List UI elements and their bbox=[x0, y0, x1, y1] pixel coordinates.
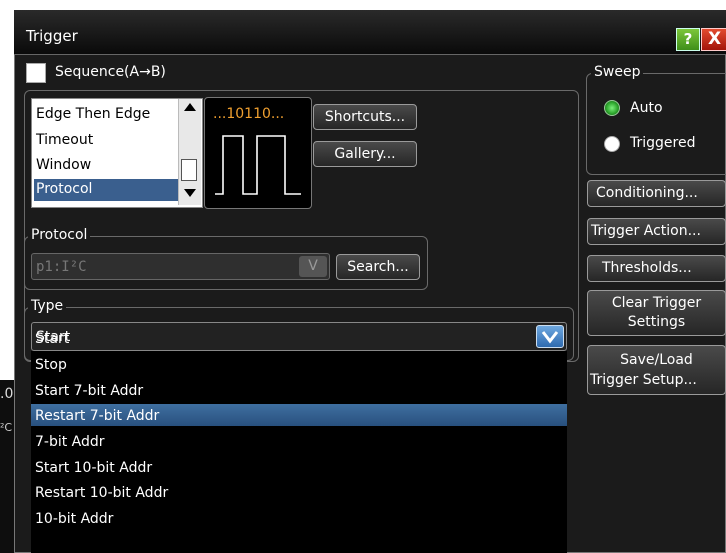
pulse-waveform-icon bbox=[215, 135, 301, 195]
thresholds-button[interactable]: Thresholds... bbox=[587, 255, 726, 282]
trigger-type-list[interactable]: Edge Then Edge Timeout Window Protocol bbox=[31, 98, 203, 208]
dropdown-option[interactable]: 10-bit Addr bbox=[35, 511, 113, 527]
scroll-down-arrow-icon[interactable] bbox=[184, 189, 196, 197]
dropdown-option[interactable]: 7-bit Addr bbox=[35, 434, 105, 450]
dropdown-option[interactable]: Start bbox=[35, 331, 69, 347]
type-select[interactable]: Start bbox=[31, 322, 567, 351]
save-load-trigger-setup-button[interactable]: Save/Load Trigger Setup... bbox=[587, 345, 726, 395]
sequence-checkbox[interactable] bbox=[26, 63, 46, 83]
dropdown-option[interactable]: Stop bbox=[35, 357, 67, 373]
save-load-label-line2: Trigger Setup... bbox=[590, 372, 697, 388]
background-fragment: .0 bbox=[0, 386, 14, 402]
preview-bits-text: ...10110... bbox=[213, 106, 285, 122]
dropdown-option[interactable]: Start 7-bit Addr bbox=[35, 383, 143, 399]
gallery-button[interactable]: Gallery... bbox=[313, 141, 417, 167]
list-item-selected[interactable]: Protocol bbox=[36, 181, 92, 197]
sequence-label: Sequence(A→B) bbox=[55, 64, 166, 80]
type-dropdown-chevron-icon[interactable] bbox=[536, 325, 564, 348]
type-group-label: Type bbox=[28, 298, 67, 314]
title-bar bbox=[14, 10, 726, 55]
dialog-title: Trigger bbox=[26, 27, 78, 45]
sweep-group bbox=[586, 73, 726, 175]
clear-trigger-settings-button[interactable]: Clear Trigger Settings bbox=[587, 290, 726, 336]
sweep-auto-label: Auto bbox=[630, 100, 663, 116]
list-item[interactable]: Timeout bbox=[36, 132, 93, 148]
dropdown-option-highlighted[interactable]: Restart 7-bit Addr bbox=[35, 408, 159, 424]
sweep-group-label: Sweep bbox=[591, 64, 644, 80]
list-item[interactable]: Window bbox=[36, 157, 91, 173]
trigger-preview: ...10110... bbox=[204, 97, 312, 209]
sweep-auto-radio[interactable] bbox=[604, 100, 620, 116]
list-item[interactable]: Edge Then Edge bbox=[36, 106, 150, 122]
dropdown-option[interactable]: Restart 10-bit Addr bbox=[35, 485, 168, 501]
scroll-thumb[interactable] bbox=[181, 159, 197, 181]
clear-trigger-label-line2: Settings bbox=[627, 314, 686, 330]
dropdown-option[interactable]: Start 10-bit Addr bbox=[35, 460, 152, 476]
close-button[interactable]: X bbox=[701, 28, 726, 51]
save-load-label-line1: Save/Load bbox=[620, 352, 693, 368]
help-button[interactable]: ? bbox=[676, 28, 700, 51]
protocol-dropdown-chevron-icon: V bbox=[299, 256, 327, 277]
shortcuts-button[interactable]: Shortcuts... bbox=[313, 104, 417, 130]
scroll-up-arrow-icon[interactable] bbox=[184, 103, 196, 111]
protocol-group-label: Protocol bbox=[28, 227, 91, 243]
protocol-select: p1:I²C V bbox=[31, 253, 330, 280]
sweep-triggered-radio[interactable] bbox=[604, 136, 620, 152]
trigger-action-button[interactable]: Trigger Action... bbox=[587, 218, 726, 245]
protocol-value: p1:I²C bbox=[36, 259, 87, 275]
list-scrollbar[interactable] bbox=[178, 99, 201, 205]
conditioning-button[interactable]: Conditioning... bbox=[587, 180, 726, 207]
clear-trigger-label-line1: Clear Trigger bbox=[611, 295, 702, 311]
background-fragment: ²C bbox=[0, 421, 13, 434]
search-button[interactable]: Search... bbox=[336, 254, 420, 280]
sweep-triggered-label: Triggered bbox=[630, 135, 696, 151]
